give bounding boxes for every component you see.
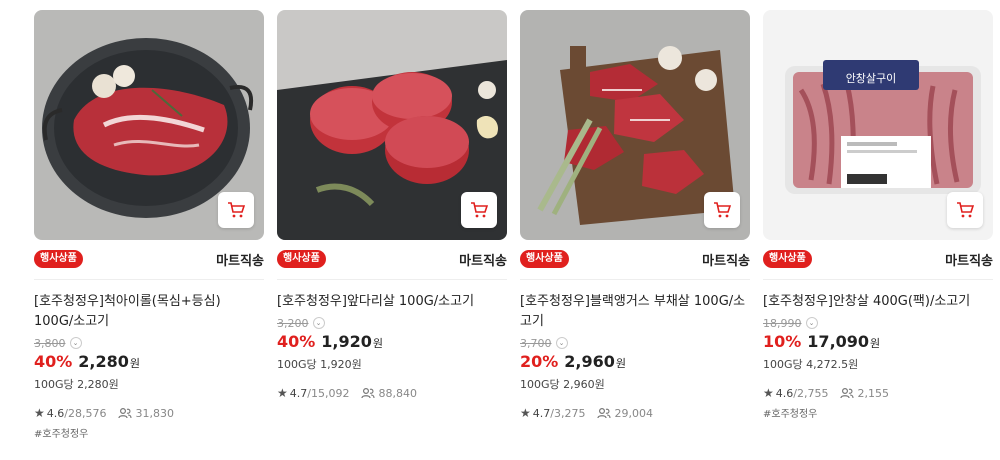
sale-price: 17,090 — [807, 332, 870, 351]
seller-label: 마트직송 — [216, 253, 264, 269]
discount-rate: 20% — [520, 352, 559, 371]
original-price: 3,200 — [277, 316, 309, 330]
product-card[interactable]: 행사상품 마트직송 [호주청정우]앞다리살 100G/소고기 3,200 ⌄ 4… — [277, 10, 507, 440]
sale-price: 2,280 — [78, 352, 129, 371]
package-label: 안창살구이 — [846, 72, 897, 85]
rating: 4.7 — [289, 386, 308, 400]
view-count: 2,155 — [857, 386, 889, 400]
star-icon: ★ — [34, 406, 45, 420]
people-icon — [361, 387, 376, 399]
cart-icon — [714, 202, 731, 218]
chevron-down-icon[interactable]: ⌄ — [555, 337, 568, 349]
seller-label: 마트직송 — [459, 253, 507, 269]
product-card[interactable]: 행사상품 마트직송 [호주청정우]블랙앵거스 부채살 100G/소고기 3,70… — [520, 10, 750, 440]
original-price: 3,700 — [520, 336, 552, 350]
event-badge: 행사상품 — [520, 250, 569, 268]
add-to-cart-button[interactable] — [461, 192, 497, 228]
product-meta: ★ 4.7 /3,275 29,004 — [520, 405, 750, 421]
product-image[interactable]: 안창살구이 — [763, 10, 993, 240]
event-badge: 행사상품 — [763, 250, 812, 268]
currency-label: 원 — [870, 337, 881, 350]
chevron-down-icon[interactable]: ⌄ — [805, 317, 818, 329]
review-count: /2,755 — [793, 386, 829, 400]
unit-price: 100G당 2,960원 — [520, 378, 605, 391]
view-count: 29,004 — [614, 406, 653, 420]
discount-rate: 40% — [277, 332, 316, 351]
add-to-cart-button[interactable] — [947, 192, 983, 228]
product-title[interactable]: [호주청정우]블랙앵거스 부채살 100G/소고기 — [520, 292, 750, 332]
product-image[interactable] — [277, 10, 507, 240]
review-count: /3,275 — [550, 406, 586, 420]
review-count: /28,576 — [64, 406, 107, 420]
currency-label: 원 — [129, 357, 141, 370]
unit-price: 100G당 1,920원 — [277, 358, 362, 371]
rating: 4.7 — [532, 406, 551, 420]
cart-icon — [471, 202, 488, 218]
currency-label: 원 — [615, 357, 627, 370]
product-image[interactable] — [520, 10, 750, 240]
product-card[interactable]: 안창살구이 행사상품 마트직송 [호주청정우]안창살 400G(팩)/소고기 1… — [763, 10, 993, 440]
chevron-down-icon[interactable]: ⌄ — [312, 317, 325, 329]
star-icon: ★ — [277, 386, 288, 400]
people-icon — [840, 387, 855, 399]
rating: 4.6 — [46, 406, 65, 420]
rating: 4.6 — [775, 386, 794, 400]
product-meta: ★ 4.6 /2,755 2,155 — [763, 385, 993, 401]
unit-price: 100G당 4,272.5원 — [763, 358, 859, 371]
event-badge: 행사상품 — [277, 250, 326, 268]
view-count: 31,830 — [135, 406, 174, 420]
cart-icon — [228, 202, 245, 218]
divider — [277, 279, 507, 280]
add-to-cart-button[interactable] — [218, 192, 254, 228]
discount-rate: 10% — [763, 332, 802, 351]
original-price: 3,800 — [34, 336, 66, 350]
chevron-down-icon[interactable]: ⌄ — [69, 337, 82, 349]
product-meta: ★ 4.6 /28,576 31,830 — [34, 405, 264, 421]
original-price: 18,990 — [763, 316, 802, 330]
event-badge: 행사상품 — [34, 250, 83, 268]
people-icon — [597, 407, 612, 419]
add-to-cart-button[interactable] — [704, 192, 740, 228]
cart-icon — [957, 202, 974, 218]
divider — [520, 279, 750, 280]
hashtag[interactable]: #호주청정우 — [763, 405, 993, 420]
view-count: 88,840 — [378, 386, 417, 400]
discount-rate: 40% — [34, 352, 73, 371]
product-title[interactable]: [호주청정우]척아이롤(목심+등심) 100G/소고기 — [34, 292, 264, 332]
divider — [34, 279, 264, 280]
people-icon — [118, 407, 133, 419]
product-grid: 행사상품 마트직송 [호주청정우]척아이롤(목심+등심) 100G/소고기 3,… — [34, 10, 993, 440]
product-image[interactable] — [34, 10, 264, 240]
unit-price: 100G당 2,280원 — [34, 378, 119, 391]
hashtag[interactable]: #호주청정우 — [34, 425, 264, 440]
star-icon: ★ — [763, 386, 774, 400]
review-count: /15,092 — [307, 386, 350, 400]
sale-price: 2,960 — [564, 352, 615, 371]
seller-label: 마트직송 — [702, 253, 750, 269]
currency-label: 원 — [372, 337, 384, 350]
seller-label: 마트직송 — [945, 253, 993, 269]
divider — [763, 279, 993, 280]
product-card[interactable]: 행사상품 마트직송 [호주청정우]척아이롤(목심+등심) 100G/소고기 3,… — [34, 10, 264, 440]
star-icon: ★ — [520, 406, 531, 420]
product-meta: ★ 4.7 /15,092 88,840 — [277, 385, 507, 401]
sale-price: 1,920 — [321, 332, 372, 351]
